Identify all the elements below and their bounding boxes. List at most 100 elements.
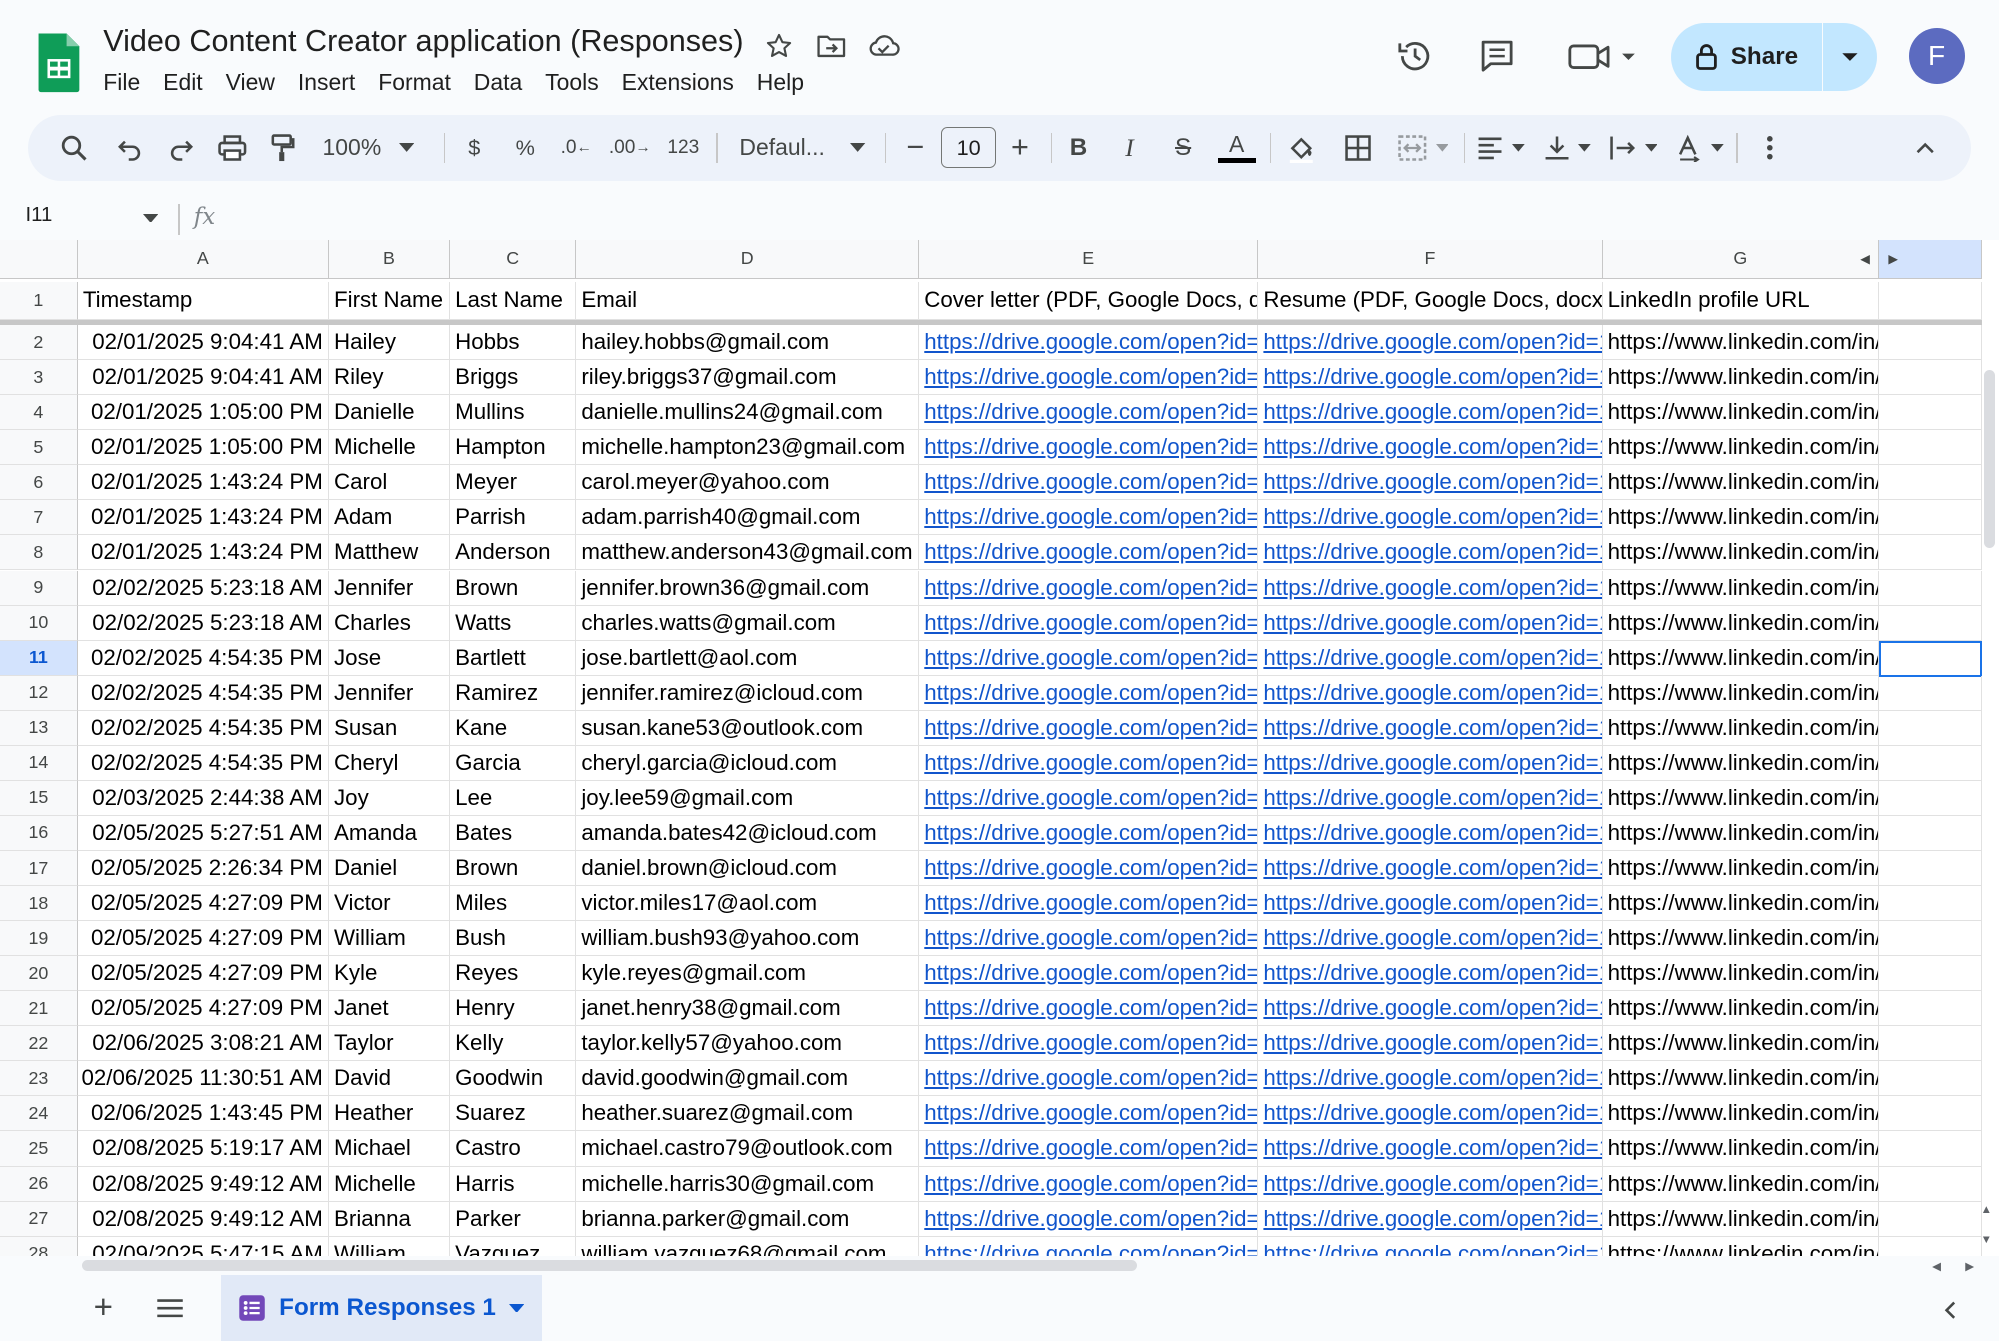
email-cell[interactable]: matthew.anderson43@gmail.com	[576, 535, 920, 571]
first-name-cell[interactable]: Carol	[328, 465, 451, 501]
strikethrough-button[interactable]: S	[1160, 125, 1206, 171]
column-title-cell[interactable]: Email	[576, 281, 920, 320]
first-name-cell[interactable]: Danielle	[328, 395, 451, 431]
linkedin-url-cell[interactable]: https://www.linkedin.com/in/	[1602, 710, 1880, 746]
font-size-increase-button[interactable]: +	[1000, 125, 1041, 171]
cover-letter-link[interactable]: https://drive.google.com/open?id=	[919, 921, 1259, 957]
resume-link[interactable]: https://drive.google.com/open?id=1	[1258, 570, 1603, 606]
undo-icon[interactable]	[110, 125, 151, 171]
row-header[interactable]: 15	[0, 780, 78, 816]
last-name-cell[interactable]: Harris	[450, 1166, 577, 1202]
last-name-cell[interactable]: Miles	[450, 886, 577, 922]
cell[interactable]	[1879, 605, 1983, 641]
timestamp-cell[interactable]: 02/08/2025 5:19:17 AM	[77, 1131, 329, 1167]
first-name-cell[interactable]: Susan	[328, 710, 451, 746]
cover-letter-link[interactable]: https://drive.google.com/open?id=	[919, 1026, 1259, 1062]
resume-link[interactable]: https://drive.google.com/open?id=1	[1258, 956, 1603, 992]
cover-letter-link[interactable]: https://drive.google.com/open?id=	[919, 956, 1259, 992]
font-family-select[interactable]: Defaul...	[729, 125, 877, 171]
resume-link[interactable]: https://drive.google.com/open?id=1	[1258, 991, 1603, 1027]
linkedin-url-cell[interactable]: https://www.linkedin.com/in/	[1602, 780, 1880, 816]
column-header-c[interactable]: C	[450, 239, 577, 280]
merge-cells-button[interactable]	[1390, 125, 1456, 171]
cell[interactable]	[1879, 1026, 1983, 1062]
resume-link[interactable]: https://drive.google.com/open?id=1	[1258, 465, 1603, 501]
cover-letter-link[interactable]: https://drive.google.com/open?id=	[919, 570, 1259, 606]
cover-letter-link[interactable]: https://drive.google.com/open?id=	[919, 360, 1259, 396]
linkedin-url-cell[interactable]: https://www.linkedin.com/in/	[1602, 360, 1880, 396]
cover-letter-link[interactable]: https://drive.google.com/open?id=	[919, 325, 1259, 361]
email-cell[interactable]: jennifer.ramirez@icloud.com	[576, 675, 920, 711]
cloud-saved-icon[interactable]	[864, 28, 902, 64]
email-cell[interactable]: danielle.mullins24@gmail.com	[576, 395, 920, 431]
timestamp-cell[interactable]: 02/01/2025 1:43:24 PM	[77, 465, 329, 501]
resume-link[interactable]: https://drive.google.com/open?id=1	[1258, 1166, 1603, 1202]
linkedin-url-cell[interactable]: https://www.linkedin.com/in/	[1602, 430, 1880, 466]
row-header[interactable]: 7	[0, 500, 78, 536]
email-cell[interactable]: joy.lee59@gmail.com	[576, 780, 920, 816]
menu-help[interactable]: Help	[745, 66, 815, 98]
email-cell[interactable]: jose.bartlett@aol.com	[576, 640, 920, 676]
first-name-cell[interactable]: David	[328, 1061, 451, 1097]
timestamp-cell[interactable]: 02/05/2025 4:27:09 PM	[77, 991, 329, 1027]
name-box[interactable]: I11	[25, 204, 52, 227]
last-name-cell[interactable]: Reyes	[450, 956, 577, 992]
email-cell[interactable]: daniel.brown@icloud.com	[576, 850, 920, 887]
first-name-cell[interactable]: William	[329, 1236, 451, 1256]
timestamp-cell[interactable]: 02/02/2025 5:23:18 AM	[77, 605, 329, 641]
resume-link[interactable]: https://drive.google.com/open?id=1	[1258, 886, 1603, 922]
row-header[interactable]: 17	[0, 850, 78, 887]
increase-decimal-button[interactable]: .00 →	[607, 125, 653, 171]
select-all-corner[interactable]	[0, 239, 78, 280]
email-cell[interactable]: michelle.hampton23@gmail.com	[576, 430, 920, 466]
redo-icon[interactable]	[161, 125, 202, 171]
first-name-cell[interactable]: Brianna	[328, 1201, 451, 1237]
cell[interactable]	[1879, 535, 1983, 571]
paint-format-icon[interactable]	[263, 125, 304, 171]
column-header-d[interactable]: D	[576, 239, 920, 280]
first-name-cell[interactable]: Hailey	[328, 325, 451, 361]
cover-letter-link[interactable]: https://drive.google.com/open?id=	[919, 991, 1259, 1027]
last-name-cell[interactable]: Bartlett	[450, 640, 577, 676]
email-cell[interactable]: cheryl.garcia@icloud.com	[576, 745, 920, 781]
email-cell[interactable]: william.vazquez68@gmail.com	[576, 1236, 920, 1256]
column-scroll-right-icon[interactable]: ▶	[1882, 240, 1905, 280]
row-header[interactable]: 26	[0, 1166, 78, 1202]
linkedin-url-cell[interactable]: https://www.linkedin.com/in/	[1602, 570, 1880, 606]
share-dropdown-button[interactable]	[1823, 22, 1877, 91]
cover-letter-link[interactable]: https://drive.google.com/open?id=	[919, 500, 1259, 536]
timestamp-cell[interactable]: 02/01/2025 1:43:24 PM	[77, 535, 329, 571]
linkedin-url-cell[interactable]: https://www.linkedin.com/in/	[1602, 535, 1880, 571]
timestamp-cell[interactable]: 02/02/2025 4:54:35 PM	[77, 710, 329, 746]
row-header[interactable]: 14	[0, 745, 78, 781]
last-name-cell[interactable]: Meyer	[450, 465, 577, 501]
resume-link[interactable]: https://drive.google.com/open?id=1	[1258, 815, 1603, 851]
resume-link[interactable]: https://drive.google.com/open?id=1	[1258, 1201, 1603, 1237]
row-header[interactable]: 3	[0, 360, 78, 396]
print-icon[interactable]	[212, 125, 253, 171]
resume-link[interactable]: https://drive.google.com/open?id=1	[1258, 535, 1603, 571]
text-color-button[interactable]: A	[1214, 125, 1260, 171]
last-name-cell[interactable]: Briggs	[450, 360, 577, 396]
last-name-cell[interactable]: Watts	[450, 605, 577, 641]
email-cell[interactable]: susan.kane53@outlook.com	[576, 710, 920, 746]
email-cell[interactable]: kyle.reyes@gmail.com	[576, 956, 920, 992]
cover-letter-link[interactable]: https://drive.google.com/open?id=	[919, 1096, 1259, 1132]
menu-view[interactable]: View	[214, 66, 286, 98]
format-percent-button[interactable]: %	[505, 125, 546, 171]
cell[interactable]	[1879, 886, 1983, 922]
email-cell[interactable]: charles.watts@gmail.com	[576, 605, 920, 641]
account-avatar[interactable]: F	[1908, 28, 1965, 85]
cover-letter-link[interactable]: https://drive.google.com/open?id=	[919, 1131, 1259, 1167]
vertical-scrollbar[interactable]	[1983, 369, 1996, 549]
first-name-cell[interactable]: Kyle	[328, 956, 451, 992]
first-name-cell[interactable]: Jennifer	[328, 570, 451, 606]
linkedin-url-cell[interactable]: https://www.linkedin.com/in/	[1602, 605, 1880, 641]
timestamp-cell[interactable]: 02/08/2025 9:49:12 AM	[77, 1201, 329, 1237]
cell[interactable]	[1879, 570, 1983, 606]
first-name-cell[interactable]: Michelle	[328, 430, 451, 466]
font-size-input[interactable]: 10	[940, 127, 997, 168]
scroll-left-arrow-icon[interactable]: ◀	[1928, 1257, 1946, 1275]
cover-letter-link[interactable]: https://drive.google.com/open?id=	[919, 1201, 1259, 1237]
linkedin-url-cell[interactable]: https://www.linkedin.com/in/	[1603, 1236, 1880, 1256]
